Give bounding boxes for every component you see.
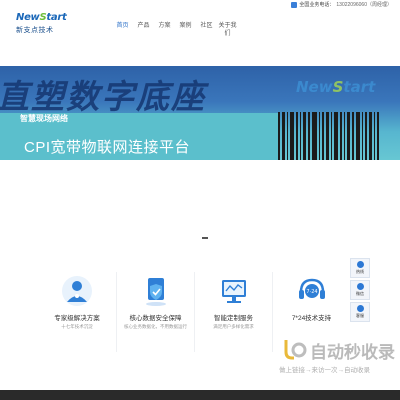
watermark-main: 自动秒收录 [310,343,395,362]
feature-card-custom[interactable]: 智能定制服务 满足用户多样化需求 [194,272,272,352]
phone-icon [291,1,298,8]
logo-wordmark: NewStart [16,12,67,23]
logo-subtitle: 新支点技术 [16,27,54,34]
feature-card-security[interactable]: 核心数据安全保障 核心业务数据化，不用数据运行 [116,272,194,352]
main-nav: 首页 产品 方案 案例 社区 关于我们 [112,22,238,38]
barcode-graphic [278,112,390,160]
nav-item-solutions[interactable]: 方案 [154,22,175,38]
feature-desc: 满足用户多样化需求 [213,324,254,329]
nav-item-cases[interactable]: 案例 [175,22,196,38]
footer-bar [0,390,400,400]
feature-desc: 十七年技术沉淀 [61,324,93,329]
hotline-number[interactable]: 13022096060（周经理） [336,1,392,8]
side-btn-label: 微信 [356,291,364,296]
hero-brand-logo: NewStart [296,78,376,96]
side-btn-wechat[interactable]: 微信 [350,280,370,300]
feature-desc: 核心业务数据化，不用数据运行 [124,324,187,329]
svg-text:7·24: 7·24 [306,289,317,295]
nav-item-about[interactable]: 关于我们 [217,22,238,38]
feature-title: 核心数据安全保障 [129,315,182,322]
user-icon [356,305,364,312]
feature-title: 7*24技术支持 [291,315,332,322]
feature-card-expert[interactable]: 专家级解决方案 十七年技术沉淀 [38,272,116,352]
wechat-icon [356,283,364,290]
feature-title: 智能定制服务 [214,315,253,322]
side-btn-label: 热线 [356,269,364,274]
side-btn-hotline[interactable]: 热线 [350,258,370,278]
hotline: 全国业务电话： 13022096060（周经理） [291,1,392,8]
expert-icon [62,276,92,306]
nav-item-home[interactable]: 首页 [112,22,133,38]
monitor-icon [221,280,246,303]
watermark-sub: 做上链接→来访一次→自动收录 [279,367,370,374]
divider-dash [202,237,208,239]
watermark: 自动秒收录 做上链接→来访一次→自动收录 [274,336,400,380]
watermark-logo-icon [284,340,307,360]
hero-tag: 智慧现场网络 [20,114,68,123]
phone-icon [356,261,364,268]
hero-title: CPI宽带物联网连接平台 [24,139,191,156]
hero-headline: 直塑数字底座 [0,77,206,116]
nav-item-products[interactable]: 产品 [133,22,154,38]
header: NewStart 新支点技术 首页 产品 方案 案例 社区 关于我们 [0,10,400,46]
feature-title: 专家级解决方案 [54,315,100,322]
side-btn-label: 客服 [356,313,364,318]
side-btn-service[interactable]: 客服 [350,302,370,322]
hotline-label: 全国业务电话： [299,2,335,8]
shield-icon [145,278,166,306]
logo[interactable]: NewStart 新支点技术 [16,12,78,42]
side-float-toolbar: 热线 微信 客服 [350,258,370,324]
hero-banner[interactable]: 直塑数字底座 NewStart 智慧现场网络 CPI宽带物联网连接平台 [0,66,400,160]
support-headset-icon: 7·24 [298,278,325,299]
top-strip: 全国业务电话： 13022096060（周经理） [0,0,400,10]
nav-item-community[interactable]: 社区 [196,22,217,38]
